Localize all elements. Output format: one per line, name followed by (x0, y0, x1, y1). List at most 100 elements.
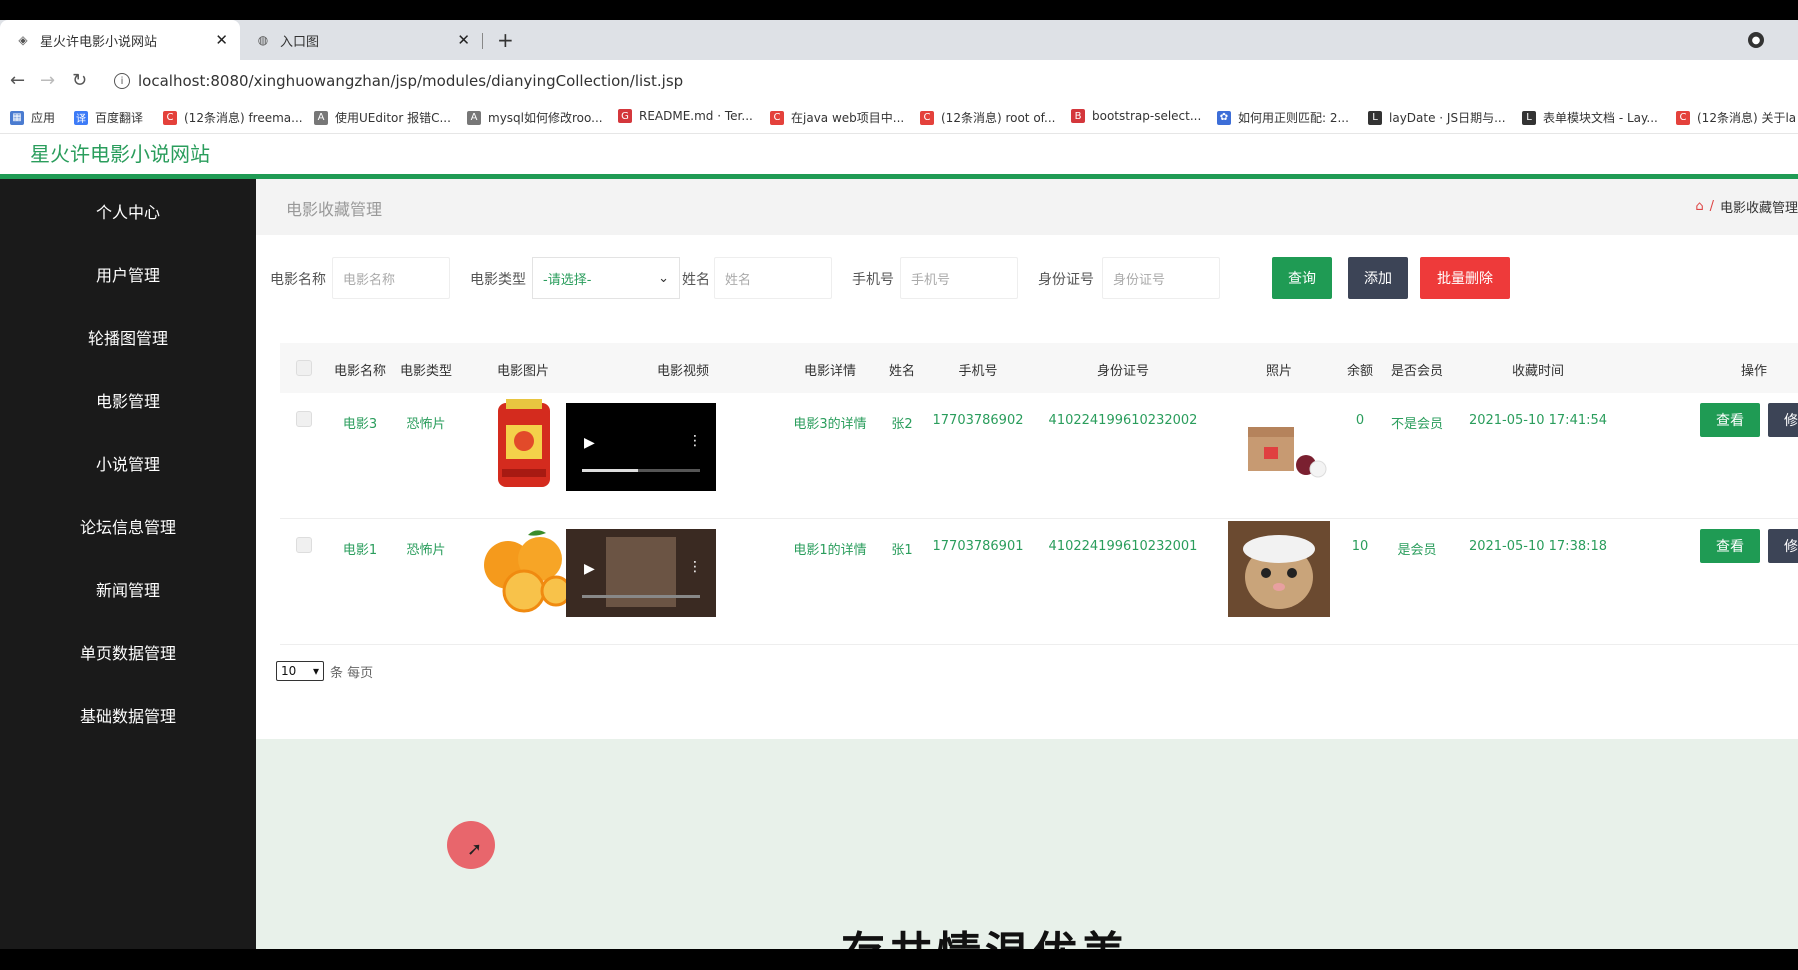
sidebar-item-label: 电影管理 (95, 391, 160, 411)
sidebar-item-user-management[interactable]: 用户管理 (0, 242, 256, 305)
play-icon[interactable]: ▶ (584, 435, 595, 451)
row-checkbox[interactable] (296, 537, 312, 553)
breadcrumb-current: 电影收藏管理 (1719, 201, 1798, 216)
bookmarks-bar: ▦ 应用 译百度翻译 C (12条消息) freema... A 使用UEditor … (0, 104, 1798, 134)
movie-video-player[interactable]: ▶ ⋮ (566, 529, 716, 617)
mouse-pointer-icon: ➚ (467, 839, 483, 860)
view-button[interactable]: 查看 (1700, 529, 1760, 563)
cell-detail-link[interactable]: 电影1的详情 (793, 539, 866, 558)
sidebar-item-news-management[interactable]: 新闻管理 (0, 557, 256, 620)
close-icon[interactable]: ✕ (215, 31, 228, 49)
bookmark-apps[interactable]: ▦ 应用 (10, 109, 55, 126)
sidebar-item-basic-data-management[interactable]: 基础数据管理 (0, 683, 256, 746)
cell-movie-name[interactable]: 电影3 (343, 413, 377, 432)
bookmark-label: (12条消息) root of... (941, 111, 1056, 125)
sidebar-item-label: 单页数据管理 (79, 643, 176, 663)
os-top-bar (0, 0, 1798, 20)
search-filters: 电影名称 电影名称 电影类型 -请选择- ⌄ 姓名 姓名 手机号 手机号 身份证… (256, 257, 1798, 303)
back-icon[interactable]: ← (10, 70, 25, 91)
bookmark-item[interactable]: ✿ 如何用正则匹配: 2... (1217, 109, 1349, 126)
cell-idcard: 410224199610232001 (1048, 539, 1198, 554)
url-field[interactable]: localhost:8080/xinghuowangzhan/jsp/modul… (138, 72, 683, 90)
footer-heading: 存共情温优美 (841, 917, 1129, 949)
phone-input[interactable]: 手机号 (900, 257, 1018, 299)
column-header: 照片 (1265, 364, 1293, 379)
more-vertical-icon[interactable]: ⋮ (688, 559, 702, 575)
bookmark-label: 百度翻译 (95, 111, 144, 125)
cell-detail-link[interactable]: 电影3的详情 (793, 413, 866, 432)
name-input[interactable]: 姓名 (714, 257, 832, 299)
close-icon[interactable]: ✕ (457, 31, 470, 49)
bookmark-label: layDate · JS日期与... (1389, 111, 1506, 125)
view-button[interactable]: 查看 (1700, 403, 1760, 437)
sidebar-item-novel-management[interactable]: 小说管理 (0, 431, 256, 494)
movie-image-rice-bag[interactable] (492, 399, 556, 491)
sidebar-item-carousel-management[interactable]: 轮播图管理 (0, 305, 256, 368)
reload-icon[interactable]: ↻ (72, 70, 87, 91)
bookmark-item[interactable]: L 表单模块文档 - Lay... (1522, 109, 1658, 126)
bookmark-item[interactable]: 译百度翻译 (74, 109, 143, 126)
site-brand[interactable]: 星火许电影小说网站 (30, 134, 210, 174)
pagination: 10 ▾ 条 每页 (276, 661, 373, 681)
batch-delete-button[interactable]: 批量删除 (1420, 257, 1510, 299)
bookmark-item[interactable]: LlayDate · JS日期与... (1368, 109, 1506, 126)
bookmark-item[interactable]: G README.md · Ter... (618, 109, 753, 123)
bookmark-item[interactable]: C (12条消息) root of... (920, 109, 1055, 126)
column-header: 电影视频 (656, 364, 710, 379)
bookmark-label: (12条消息) freema... (184, 111, 303, 125)
sidebar-item-single-page-management[interactable]: 单页数据管理 (0, 620, 256, 683)
bookmark-label: 应用 (31, 111, 56, 125)
movie-type-select[interactable]: -请选择- ⌄ (532, 257, 680, 299)
filter-label-idcard: 身份证号 (1038, 272, 1094, 288)
page-size-suffix: 条 每页 (330, 665, 374, 681)
bookmark-item[interactable]: Bbootstrap-select... (1071, 109, 1201, 123)
browser-tab-active[interactable]: ◈ 星火许电影小说网站 ✕ (0, 20, 240, 60)
select-all-checkbox[interactable] (296, 360, 312, 376)
bookmark-item[interactable]: Amysql如何修改roo... (467, 109, 603, 126)
add-button[interactable]: 添加 (1348, 257, 1408, 299)
bookmark-label: mysql如何修改roo... (488, 111, 603, 125)
cell-idcard: 410224199610232002 (1048, 413, 1198, 428)
edit-button[interactable]: 修改 (1768, 529, 1798, 563)
column-header: 身份证号 (1096, 364, 1150, 379)
row-checkbox[interactable] (296, 411, 312, 427)
new-tab-button[interactable]: + (497, 20, 514, 60)
filter-label-movie-type: 电影类型 (470, 272, 526, 288)
filter-label-name: 姓名 (682, 272, 710, 288)
cell-balance: 0 (1355, 413, 1365, 428)
bookmark-item[interactable]: A 使用UEditor 报错C... (314, 109, 451, 126)
forward-icon[interactable]: → (40, 70, 55, 91)
edit-button[interactable]: 修改 (1768, 403, 1798, 437)
movie-image-oranges[interactable] (476, 525, 572, 615)
video-progress-track[interactable] (582, 595, 700, 598)
bookmark-label: (12条消息) 关于la (1697, 111, 1797, 125)
page-size-select[interactable]: 10 ▾ (276, 661, 324, 681)
movie-video-player[interactable]: ▶ ⋮ (566, 403, 716, 491)
csdn-icon: C (163, 110, 177, 125)
play-icon[interactable]: ▶ (584, 561, 595, 577)
chevron-down-icon: ▾ (312, 664, 319, 678)
breadcrumb: ⌂ / 电影收藏管理 (1695, 197, 1798, 216)
sidebar-item-movie-management[interactable]: 电影管理 (0, 368, 256, 431)
bookmark-item[interactable]: C 在java web项目中... (770, 109, 904, 126)
profile-icon[interactable]: ● (1748, 32, 1764, 48)
info-icon[interactable]: i (114, 73, 130, 89)
idcard-input[interactable]: 身份证号 (1102, 257, 1220, 299)
movie-name-input[interactable]: 电影名称 (332, 257, 450, 299)
browser-tab[interactable]: ◍ 入口图 ✕ (240, 20, 482, 60)
page-size-value: 10 (281, 664, 297, 678)
bookmark-item[interactable]: C (12条消息) 关于la (1676, 109, 1796, 126)
bookmark-item[interactable]: C (12条消息) freema... (163, 109, 303, 126)
translate-icon: 译 (74, 110, 88, 125)
cell-movie-name[interactable]: 电影1 (343, 539, 377, 558)
column-header: 手机号 (958, 364, 998, 379)
user-photo[interactable] (1228, 521, 1330, 617)
home-icon[interactable]: ⌂ (1695, 199, 1703, 214)
search-button[interactable]: 查询 (1272, 257, 1332, 299)
layui-icon: L (1522, 110, 1536, 125)
more-vertical-icon[interactable]: ⋮ (688, 433, 702, 449)
sidebar-item-personal-center[interactable]: 个人中心 (0, 179, 256, 242)
sidebar-item-label: 小说管理 (95, 454, 160, 474)
sidebar-item-forum-management[interactable]: 论坛信息管理 (0, 494, 256, 557)
user-photo[interactable] (1240, 413, 1330, 483)
